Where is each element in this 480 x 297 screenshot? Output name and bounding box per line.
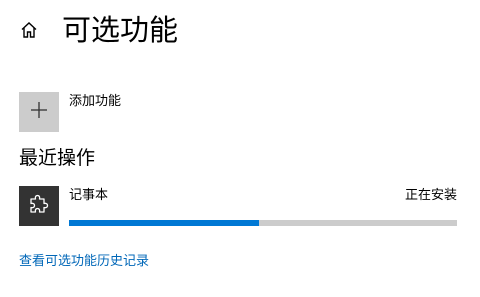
install-progress-fill (69, 220, 260, 226)
install-progress-bar (69, 220, 457, 226)
view-history-link[interactable]: 查看可选功能历史记录 (19, 254, 149, 270)
plus-icon (30, 101, 48, 123)
home-icon (19, 20, 39, 44)
add-feature-tile (19, 92, 59, 132)
page-title: 可选功能 (62, 13, 179, 47)
puzzle-piece-icon (27, 192, 51, 220)
feature-icon-tile (19, 186, 59, 226)
optional-features-page: 可选功能 添加功能 最近操作 记事本 正在安装 查看可选功能历史记录 (0, 0, 480, 297)
add-feature-button[interactable]: 添加功能 (19, 92, 121, 132)
home-button[interactable] (14, 17, 44, 47)
add-feature-label: 添加功能 (69, 94, 122, 109)
recent-action-item[interactable]: 记事本 正在安装 (19, 186, 457, 226)
recent-actions-heading: 最近操作 (19, 147, 96, 169)
feature-name: 记事本 (69, 188, 109, 203)
install-status: 正在安装 (404, 188, 457, 203)
